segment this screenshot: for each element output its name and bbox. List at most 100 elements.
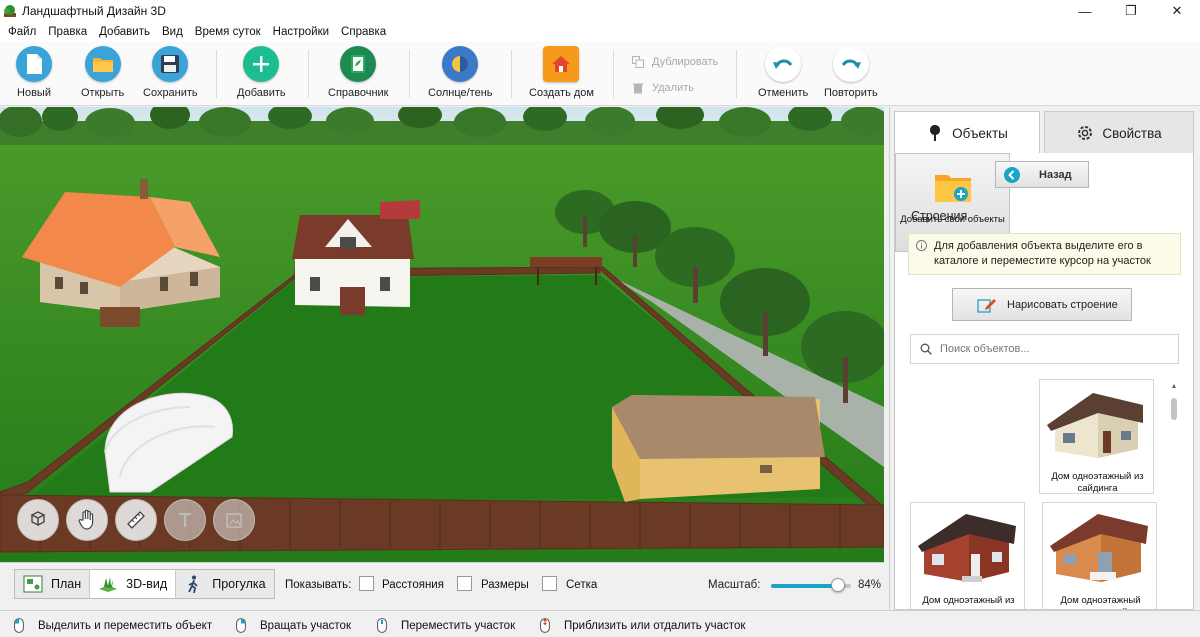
title-bar: Ландшафтный Дизайн 3D — ❐ ✕ [0, 0, 1200, 22]
right-panel: Объекты Свойства Назад Строения Для доба… [889, 107, 1200, 610]
plan-icon [23, 575, 43, 593]
save-button[interactable]: Сохранить [143, 46, 198, 99]
sizes-label: Размеры [481, 579, 529, 591]
info-icon [916, 240, 927, 251]
catalog-item-brick-house[interactable]: Дом одноэтажный из кирпича [910, 502, 1025, 609]
wooden-bathhouse [612, 395, 825, 502]
create-house-button[interactable]: Создать дом [529, 46, 594, 99]
sun-shadow-button[interactable]: Солнце/тень [428, 46, 493, 99]
toolbar-separator [613, 50, 614, 98]
3d-rotate-tool-button[interactable] [17, 499, 59, 541]
white-house-brown-roof [292, 200, 420, 315]
folder-add-icon [935, 175, 971, 202]
sizes-checkbox[interactable] [457, 576, 472, 591]
new-file-icon [16, 46, 52, 82]
image-tool-button[interactable] [213, 499, 255, 541]
info-hint: Для добавления объекта выделите его в ка… [908, 233, 1181, 275]
text-tool-button[interactable] [164, 499, 206, 541]
draw-pencil-icon [977, 298, 996, 313]
mouse-right-click-icon [236, 618, 246, 633]
walk-view-label: Прогулка [212, 577, 266, 591]
menu-bar: Файл Правка Добавить Вид Время суток Нас… [0, 22, 1200, 42]
mouse-middle-click-icon [377, 618, 387, 633]
3d-viewport[interactable] [0, 107, 884, 562]
zoom-slider[interactable] [771, 578, 851, 592]
status-select-move-text: Выделить и переместить объект [38, 619, 213, 632]
menu-settings[interactable]: Настройки [267, 26, 335, 38]
delete-label: Удалить [652, 82, 694, 94]
reference-button[interactable]: Справочник [328, 46, 389, 99]
menu-time-of-day[interactable]: Время суток [189, 26, 267, 38]
image-frame-icon [226, 513, 242, 528]
status-zoom: Приблизить или отдалить участок [540, 618, 745, 633]
duplicate-button[interactable]: Дублировать [632, 56, 718, 68]
3d-view-label: 3D-вид [126, 577, 168, 591]
3d-view-button[interactable]: 3D-вид [90, 570, 177, 598]
duplicate-label: Дублировать [652, 56, 719, 68]
catalog-item-brick-house-label: Дом одноэтажный из кирпича [922, 595, 1015, 609]
brick-house-icon [914, 506, 1021, 584]
draw-building-button[interactable]: Нарисовать строение [952, 288, 1132, 321]
sun-shadow-icon [442, 46, 479, 82]
create-house-label: Создать дом [529, 87, 594, 99]
plan-view-button[interactable]: План [15, 570, 91, 598]
status-select-move: Выделить и переместить объект [14, 618, 212, 633]
view-bottom-bar: План 3D-вид Прогулка Показывать: Расстоя… [0, 562, 884, 610]
maximize-button[interactable]: ❐ [1108, 0, 1154, 22]
duplicate-icon [632, 56, 644, 68]
zoom-slider-thumb[interactable] [831, 578, 846, 592]
back-label: Назад [1039, 168, 1072, 181]
toolbar-separator [216, 50, 217, 98]
menu-add[interactable]: Добавить [93, 26, 156, 38]
tab-properties-label: Свойства [1102, 125, 1162, 141]
show-label: Показывать: [285, 579, 352, 591]
save-label: Сохранить [143, 87, 198, 99]
status-rotate-text: Вращать участок [260, 619, 351, 632]
zoom-value: 84% [858, 579, 882, 591]
search-input[interactable] [940, 343, 1160, 355]
redo-button[interactable]: Повторить [824, 46, 878, 99]
back-button[interactable]: Назад [995, 161, 1089, 188]
add-button[interactable]: Добавить [237, 46, 286, 99]
object-search[interactable] [910, 334, 1179, 364]
sun-shadow-label: Солнце/тень [428, 87, 493, 99]
delete-button[interactable]: Удалить [632, 82, 694, 94]
close-button[interactable]: ✕ [1154, 0, 1200, 22]
catalog-item-wooden-house[interactable]: Дом одноэтажный деревянный [1042, 502, 1157, 609]
view-mode-switch: План 3D-вид Прогулка [14, 569, 275, 599]
zoom-label: Масштаб: [708, 579, 761, 591]
app-logo-icon [4, 5, 16, 17]
draw-building-label: Нарисовать строение [1007, 298, 1118, 311]
window-title: Ландшафтный Дизайн 3D [22, 4, 166, 18]
ruler-tool-button[interactable] [115, 499, 157, 541]
ruler-icon [127, 511, 145, 529]
menu-edit[interactable]: Правка [42, 26, 93, 38]
toolbar-separator [308, 50, 309, 98]
distances-checkbox[interactable] [359, 576, 374, 591]
menu-file[interactable]: Файл [2, 26, 42, 38]
tab-properties[interactable]: Свойства [1044, 111, 1194, 154]
minimize-button[interactable]: — [1062, 0, 1108, 22]
pan-tool-button[interactable] [66, 499, 108, 541]
undo-label: Отменить [758, 87, 809, 99]
arrow-left-icon [1004, 166, 1020, 183]
open-button[interactable]: Открыть [81, 46, 124, 99]
add-label: Добавить [237, 87, 286, 99]
new-button[interactable]: Новый [16, 46, 52, 99]
tab-objects[interactable]: Объекты [894, 111, 1040, 154]
catalog-item-siding-house[interactable]: Дом одноэтажный из сайдинга [1039, 379, 1154, 494]
toolbar-separator [409, 50, 410, 98]
grid-checkbox[interactable] [542, 576, 557, 591]
catalog-scrollbar[interactable]: ▲ [1169, 383, 1179, 605]
catalog-item-wooden-house-label: Дом одноэтажный деревянный [1060, 595, 1141, 609]
undo-button[interactable]: Отменить [758, 46, 808, 99]
walk-view-button[interactable]: Прогулка [176, 570, 273, 598]
scrollbar-thumb[interactable] [1171, 398, 1177, 420]
redo-label: Повторить [824, 87, 878, 99]
status-rotate: Вращать участок [236, 618, 351, 633]
scroll-up-arrow-icon[interactable]: ▲ [1169, 383, 1179, 393]
add-own-objects-label: Добавить свои объекты [900, 214, 1005, 225]
menu-view[interactable]: Вид [156, 26, 189, 38]
menu-help[interactable]: Справка [335, 26, 392, 38]
search-icon [920, 343, 932, 355]
